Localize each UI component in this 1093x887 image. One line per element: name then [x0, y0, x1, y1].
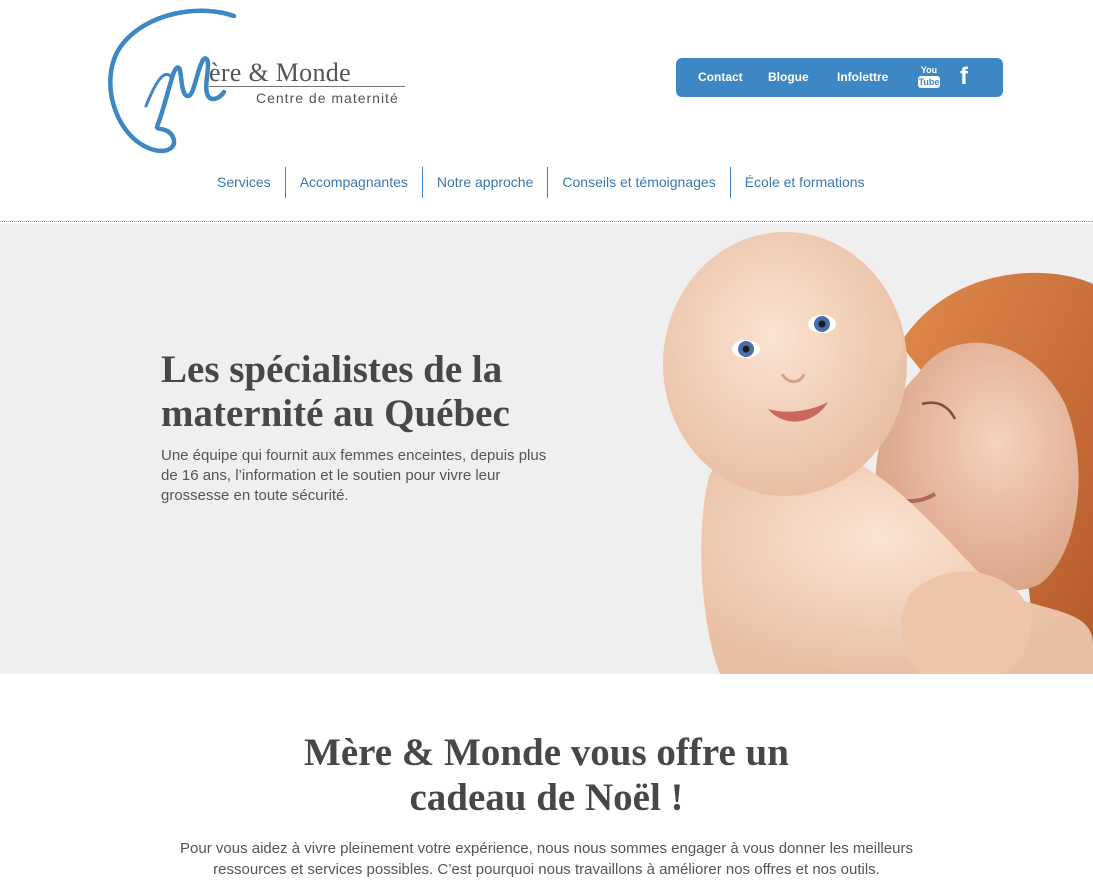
hero-banner: Les spécialistes de la maternité au Québ…	[0, 224, 1093, 674]
hero-title-line1: Les spécialistes de la	[161, 348, 503, 391]
header-divider	[0, 221, 1093, 222]
infolettre-link[interactable]: Infolettre	[837, 70, 888, 84]
blogue-link[interactable]: Blogue	[768, 70, 809, 84]
youtube-icon-tube: Tube	[918, 76, 940, 88]
nav-item-services[interactable]: Services	[203, 167, 285, 198]
contact-link[interactable]: Contact	[698, 70, 743, 84]
logo-underline	[209, 86, 405, 87]
nav-item-ecole[interactable]: École et formations	[729, 167, 879, 198]
logo-subtitle: Centre de maternité	[256, 90, 399, 106]
hero-title: Les spécialistes de la maternité au Québ…	[161, 348, 581, 436]
nav-item-accompagnantes[interactable]: Accompagnantes	[284, 167, 422, 198]
logo-title: ère & Monde	[209, 58, 351, 87]
youtube-icon[interactable]: You Tube	[917, 65, 941, 89]
nav-item-conseils[interactable]: Conseils et témoignages	[547, 167, 729, 198]
hero-title-line2: maternité au Québec	[161, 392, 510, 435]
site-logo[interactable]: ère & Monde Centre de maternité	[106, 6, 416, 156]
nav-item-notre-approche[interactable]: Notre approche	[421, 167, 548, 198]
promo-title: Mère & Monde vous offre un cadeau de Noë…	[0, 730, 1093, 820]
hero-description: Une équipe qui fournit aux femmes encein…	[161, 447, 547, 504]
promo-description: Pour vous aidez à vivre pleinement votre…	[180, 840, 913, 878]
mother-baby-photo	[663, 232, 1093, 674]
youtube-icon-you: You	[920, 65, 938, 75]
top-utility-bar: Contact Blogue Infolettre You Tube f	[676, 58, 1003, 97]
promo-title-line1: Mère & Monde vous offre un	[304, 731, 789, 774]
site-header: ère & Monde Centre de maternité Contact …	[0, 0, 1093, 222]
promo-title-line2: cadeau de Noël !	[409, 776, 684, 819]
facebook-icon[interactable]: f	[960, 64, 968, 90]
main-nav: Services Accompagnantes Notre approche C…	[203, 167, 879, 198]
